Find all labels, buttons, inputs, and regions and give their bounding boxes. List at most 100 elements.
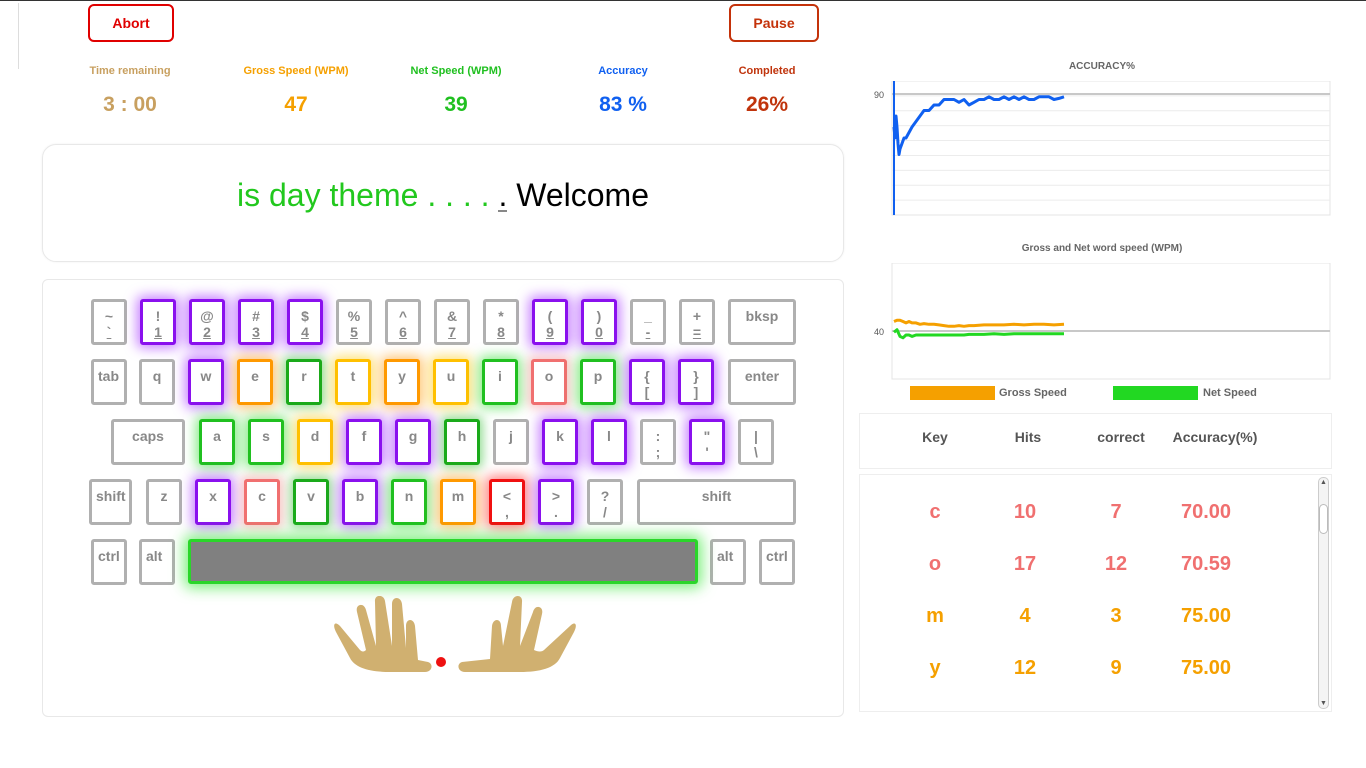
pause-button[interactable]: Pause xyxy=(729,4,819,42)
cell-key: y xyxy=(929,657,941,679)
key-row4-8-sublabel: . xyxy=(554,504,558,520)
key-row4-5-label: n xyxy=(404,488,414,504)
y-tick-label: 90 xyxy=(874,90,884,100)
cell-correct: 9 xyxy=(1110,657,1122,679)
typing-text-panel: is day theme . . . . . Welcome xyxy=(42,144,844,262)
key-enter: enter xyxy=(728,359,796,405)
key-ctrl-left-label: ctrl xyxy=(98,548,120,564)
key-shift-left-label: shift xyxy=(96,488,126,504)
key-row3-10-sublabel: ' xyxy=(705,444,709,460)
key-row1-10: ) 0 xyxy=(581,299,617,345)
stat-completed-value: 26% xyxy=(745,93,789,116)
cell-acc: 70.00 xyxy=(1180,501,1232,523)
key-row1-4: $4 xyxy=(287,299,323,345)
stat-gross: Gross Speed (WPM) 47 xyxy=(221,65,371,117)
key-row1-7: & 7 xyxy=(434,299,470,345)
key-row3-6-label: j xyxy=(509,428,513,444)
key-row1-6-label: ^ xyxy=(398,308,408,324)
cell-hits: 12 xyxy=(1013,657,1037,679)
key-row3-7-label: k xyxy=(556,428,564,444)
key-row4-9-label: ? xyxy=(600,488,610,504)
key-alt-left-label: alt xyxy=(146,548,163,564)
legend-net-swatch xyxy=(1113,386,1198,400)
key-row1-6: ^ 6 xyxy=(385,299,421,345)
key-row3-4-label: g xyxy=(408,428,418,444)
key-row1-1-sublabel: 1 xyxy=(154,324,162,340)
abort-button[interactable]: Abort xyxy=(88,4,174,42)
key-row3-10: " ' xyxy=(689,419,725,465)
stat-net-value: 39 xyxy=(444,93,468,116)
key-row3-4: g xyxy=(395,419,431,465)
key-row1-3: #3 xyxy=(238,299,274,345)
key-row4-7: <, xyxy=(489,479,525,525)
col-correct: correct xyxy=(1097,429,1145,445)
key-row3-3-label: f xyxy=(361,428,367,444)
key-row2-11-sublabel: ] xyxy=(693,384,699,400)
key-row1-2-label: @ xyxy=(200,308,214,324)
stat-net: Net Speed (WPM) 39 xyxy=(381,65,531,117)
key-alt-right-label: alt xyxy=(717,548,734,564)
key-row4-2: c xyxy=(244,479,280,525)
key-row2-3: r xyxy=(286,359,322,405)
cell-correct: 3 xyxy=(1110,605,1122,627)
scroll-up-icon[interactable]: ▲ xyxy=(1320,479,1327,486)
typing-line: is day theme . . . . . Welcome xyxy=(43,177,843,214)
key-shift-right-label: shift xyxy=(701,488,732,504)
accuracy-chart-title: ACCURACY% xyxy=(1068,61,1136,72)
key-row1-11-label: _ xyxy=(644,308,652,324)
key-shift-left: shift xyxy=(89,479,132,525)
key-row4-7-label: < xyxy=(502,488,512,504)
key-row1-1: ! 1 xyxy=(140,299,176,345)
key-row1-5-label: % xyxy=(347,308,361,324)
legend-gross-swatch xyxy=(910,386,995,400)
key-row2-0-label: q xyxy=(152,368,162,384)
key-row4-0: z xyxy=(146,479,182,525)
stat-time-label: Time remaining xyxy=(89,65,171,77)
table-row: y 12 9 75.00 xyxy=(860,657,1320,707)
stat-completed: Completed 26% xyxy=(692,65,842,117)
key-enter-label: enter xyxy=(744,368,780,384)
key-row3-9: :; xyxy=(640,419,676,465)
key-row2-3-label: r xyxy=(301,368,307,384)
window-edge xyxy=(18,3,19,69)
remaining-text: Welcome xyxy=(507,177,649,213)
key-row1-2: @2 xyxy=(189,299,225,345)
key-row1-10-sublabel: 0 xyxy=(595,324,603,340)
key-row1-5: % 5 xyxy=(336,299,372,345)
key-tilde-sublabel: ` xyxy=(106,324,112,340)
key-stats-table[interactable]: c 10 7 70.00 o 17 12 70.59 m 4 3 75.00 y 12 9 75.00 ▲ ▼ xyxy=(859,474,1332,712)
stat-gross-label: Gross Speed (WPM) xyxy=(243,65,349,77)
cell-correct: 12 xyxy=(1104,553,1128,575)
key-row1-9-label: ( xyxy=(547,308,553,324)
key-row1-3-sublabel: 3 xyxy=(252,324,260,340)
accuracy-chart: 90 xyxy=(874,81,1331,216)
key-row1-12-sublabel: = xyxy=(692,324,702,340)
key-row3-6: j xyxy=(493,419,529,465)
key-row4-9-sublabel: / xyxy=(603,504,607,520)
table-row: o 17 12 70.59 xyxy=(860,553,1320,603)
key-row3-3: f xyxy=(346,419,382,465)
key-row3-9-label: : xyxy=(655,428,661,444)
legend-net-label: Net Speed xyxy=(1203,387,1257,399)
key-row4-6: m xyxy=(440,479,476,525)
key-row4-9: ? / xyxy=(587,479,623,525)
key-tab-label: tab xyxy=(98,368,119,384)
key-row3-11: | \ xyxy=(738,419,774,465)
table-scrollbar[interactable]: ▲ ▼ xyxy=(1318,477,1329,709)
scroll-down-icon[interactable]: ▼ xyxy=(1320,700,1327,707)
key-row2-2: e xyxy=(237,359,273,405)
key-row1-7-sublabel: 7 xyxy=(448,324,456,340)
key-row4-5: n xyxy=(391,479,427,525)
key-shift-right: shift xyxy=(637,479,796,525)
key-row2-7-label: i xyxy=(498,368,502,384)
key-row2-10-sublabel: [ xyxy=(644,384,650,400)
key-row1-12: + = xyxy=(679,299,715,345)
key-row3-5-label: h xyxy=(457,428,467,444)
key-row2-6-label: u xyxy=(446,368,456,384)
stat-accuracy-value: 83 % xyxy=(599,93,647,116)
scroll-thumb[interactable] xyxy=(1319,504,1328,534)
key-row1-6-sublabel: 6 xyxy=(399,324,407,340)
key-row2-5: y xyxy=(384,359,420,405)
key-row2-4: t xyxy=(335,359,371,405)
key-row3-11-sublabel: \ xyxy=(754,444,758,460)
